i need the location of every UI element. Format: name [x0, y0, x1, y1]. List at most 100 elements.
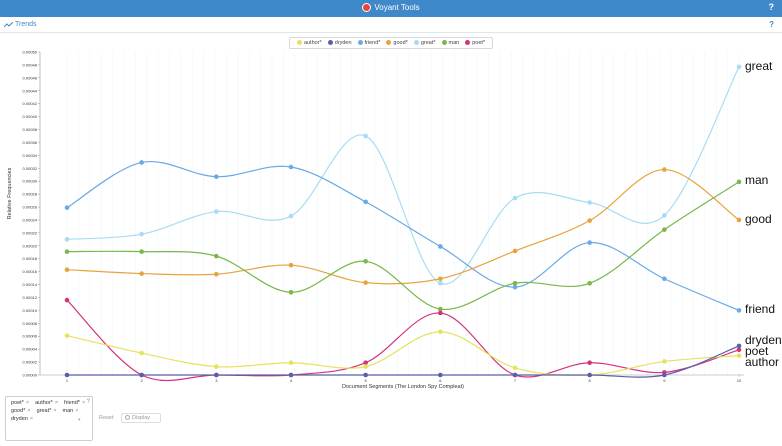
- data-point-good[interactable]: [64, 267, 70, 273]
- term-tag-label: poet*: [11, 400, 24, 406]
- y-tick-label: 0.00032: [23, 166, 38, 171]
- data-point-great[interactable]: [288, 213, 294, 219]
- data-point-friend[interactable]: [736, 308, 742, 313]
- data-point-good[interactable]: [587, 218, 592, 223]
- data-point-friend[interactable]: [662, 276, 667, 282]
- data-point-great[interactable]: [662, 213, 667, 218]
- series-line-man[interactable]: [66, 181, 740, 310]
- data-point-friend[interactable]: [587, 240, 592, 245]
- trends-chart[interactable]: 0.00000 0.00002 0.00004 0.00006 0.00008 0.000…: [0, 45, 782, 393]
- remove-term-icon[interactable]: ×: [27, 408, 30, 414]
- data-point-author[interactable]: [662, 359, 667, 364]
- data-point-friend[interactable]: [363, 199, 368, 205]
- data-point-man[interactable]: [587, 280, 592, 286]
- data-point-great[interactable]: [438, 280, 443, 286]
- data-point-dryden[interactable]: [438, 372, 443, 378]
- data-point-author[interactable]: [512, 365, 518, 371]
- data-point-dryden[interactable]: [736, 343, 742, 349]
- data-point-good[interactable]: [438, 276, 443, 282]
- x-tick-label: 5: [365, 378, 368, 383]
- series-line-author[interactable]: [66, 331, 740, 376]
- term-tag-label: author*: [35, 400, 53, 406]
- data-point-friend[interactable]: [288, 164, 294, 170]
- data-point-man[interactable]: [363, 259, 368, 264]
- data-point-dryden[interactable]: [587, 372, 592, 378]
- y-tick-label: 0.00034: [23, 153, 38, 158]
- series-line-dryden[interactable]: [67, 345, 740, 378]
- data-point-author[interactable]: [363, 364, 368, 369]
- remove-term-icon[interactable]: ×: [75, 408, 78, 414]
- data-point-good[interactable]: [512, 248, 518, 254]
- data-point-great[interactable]: [139, 231, 144, 237]
- data-point-dryden[interactable]: [214, 372, 219, 378]
- data-point-dryden[interactable]: [288, 372, 294, 378]
- data-point-author[interactable]: [214, 364, 219, 369]
- term-tag: dryden ×: [11, 416, 33, 422]
- data-point-good[interactable]: [214, 271, 219, 277]
- data-point-good[interactable]: [288, 262, 294, 268]
- series-line-friend[interactable]: [66, 160, 740, 311]
- y-tick-label: 0.00010: [23, 308, 38, 313]
- series-end-label: man: [745, 173, 768, 187]
- data-point-good[interactable]: [662, 167, 667, 172]
- trends-icon: [4, 22, 13, 28]
- data-point-man[interactable]: [214, 253, 219, 259]
- y-tick-label: 0.00006: [23, 334, 38, 339]
- term-tag-label: great*: [36, 408, 52, 414]
- data-point-great[interactable]: [512, 195, 518, 201]
- remove-term-icon[interactable]: ×: [82, 400, 85, 406]
- data-point-great[interactable]: [214, 209, 219, 214]
- data-point-man[interactable]: [139, 249, 144, 254]
- data-point-dryden[interactable]: [139, 372, 144, 378]
- y-tick-label: 0.00026: [23, 205, 38, 210]
- data-point-dryden[interactable]: [662, 372, 667, 378]
- x-tick-label: 7: [514, 378, 517, 383]
- data-point-poet[interactable]: [64, 297, 70, 303]
- app-help-icon[interactable]: ?: [769, 2, 775, 12]
- terms-input-box[interactable]: poet* × author* × friend* ×good* × great* × man ×d…: [5, 396, 93, 441]
- data-point-poet[interactable]: [587, 360, 592, 366]
- data-point-dryden[interactable]: [363, 372, 368, 378]
- remove-term-icon[interactable]: ×: [30, 416, 33, 422]
- data-point-author[interactable]: [288, 360, 294, 366]
- data-point-friend[interactable]: [438, 244, 443, 249]
- remove-term-icon[interactable]: ×: [53, 408, 56, 414]
- remove-term-icon[interactable]: ×: [55, 400, 58, 406]
- data-point-author[interactable]: [736, 353, 742, 358]
- display-button[interactable]: Display: [121, 413, 161, 423]
- data-point-man[interactable]: [512, 280, 518, 286]
- reset-button[interactable]: Reset: [99, 415, 113, 421]
- app-title: Voyant Tools: [374, 3, 420, 12]
- data-point-poet[interactable]: [438, 310, 443, 316]
- data-point-great[interactable]: [736, 64, 742, 70]
- data-point-author[interactable]: [438, 329, 443, 335]
- data-point-good[interactable]: [736, 217, 742, 223]
- data-point-great[interactable]: [64, 237, 70, 242]
- data-point-author[interactable]: [139, 350, 144, 356]
- data-point-dryden[interactable]: [512, 372, 518, 378]
- remove-term-icon[interactable]: ×: [26, 400, 29, 406]
- data-point-author[interactable]: [64, 333, 70, 338]
- data-point-man[interactable]: [288, 290, 294, 295]
- data-point-man[interactable]: [662, 227, 667, 232]
- y-axis-label: Relative Frequencies: [7, 167, 13, 219]
- data-point-great[interactable]: [363, 133, 368, 139]
- terms-dropdown-icon[interactable]: ▾: [78, 417, 81, 423]
- data-point-good[interactable]: [139, 271, 144, 276]
- data-point-man[interactable]: [64, 249, 70, 254]
- panel-help-icon[interactable]: ?: [769, 20, 774, 29]
- data-point-dryden[interactable]: [64, 372, 70, 378]
- term-tag: great* ×: [37, 408, 57, 414]
- gear-icon: [125, 415, 130, 420]
- y-tick-label: 0.00008: [23, 321, 38, 326]
- data-point-friend[interactable]: [214, 174, 219, 179]
- data-point-great[interactable]: [587, 200, 592, 205]
- data-point-friend[interactable]: [64, 205, 70, 210]
- terms-help-icon[interactable]: ?: [87, 399, 90, 405]
- data-point-good[interactable]: [363, 280, 368, 285]
- y-tick-label: 0.00050: [23, 50, 38, 55]
- data-point-man[interactable]: [736, 179, 742, 185]
- term-tag-label: friend*: [64, 400, 80, 406]
- series-line-poet[interactable]: [66, 299, 740, 382]
- data-point-friend[interactable]: [139, 160, 144, 165]
